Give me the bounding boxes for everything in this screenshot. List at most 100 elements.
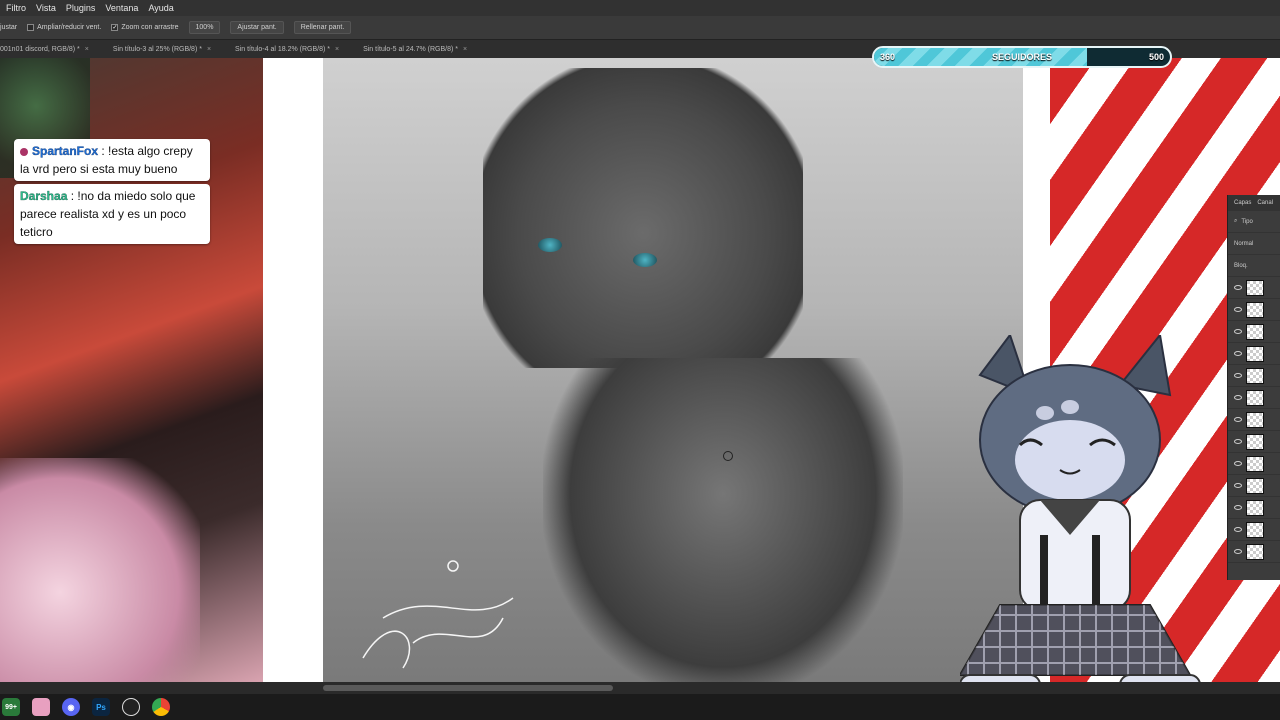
options-bar: justar Ampliar/reducir vent. ✓ Zoom con … xyxy=(0,16,1280,40)
menu-view[interactable]: Vista xyxy=(36,3,56,13)
blend-mode-label: Normal xyxy=(1234,240,1254,247)
fox-eye xyxy=(538,238,562,252)
chat-separator: : xyxy=(67,189,78,203)
photoshop-icon[interactable]: Ps xyxy=(92,698,110,716)
visibility-eye-icon[interactable] xyxy=(1234,373,1242,378)
lock-row: Bloq. xyxy=(1228,255,1280,277)
search-icon: ⌕ xyxy=(1234,218,1238,224)
image-app-icon[interactable] xyxy=(32,698,50,716)
menu-plugins[interactable]: Plugins xyxy=(66,3,96,13)
layers-panel-tabs: Capas Canal xyxy=(1228,195,1280,211)
tab-label: 001n01 discord, RGB/8) * xyxy=(0,45,80,53)
obs-icon[interactable] xyxy=(122,698,140,716)
tab-layers[interactable]: Capas xyxy=(1234,200,1251,206)
close-icon[interactable]: × xyxy=(335,46,339,53)
discord-icon[interactable]: ◉ xyxy=(62,698,80,716)
tab-label: Sin título-3 al 25% (RGB/8) * xyxy=(112,45,202,53)
menu-bar: Filtro Vista Plugins Ventana Ayuda xyxy=(0,0,1280,16)
tab-document-1[interactable]: 001n01 discord, RGB/8) * × xyxy=(0,46,99,53)
menu-filter[interactable]: Filtro xyxy=(6,3,26,13)
layer-row[interactable] xyxy=(1228,365,1280,387)
user-badge-icon xyxy=(20,147,28,156)
checkbox-checked-icon: ✓ xyxy=(111,24,119,31)
fox-head xyxy=(483,68,803,368)
tab-document-2[interactable]: Sin título-3 al 25% (RGB/8) * × xyxy=(113,46,221,53)
layer-filter[interactable]: ⌕ Tipo xyxy=(1228,211,1280,233)
visibility-eye-icon[interactable] xyxy=(1234,549,1242,554)
tab-label: Sin título-4 al 18.2% (RGB/8) * xyxy=(235,45,330,53)
close-icon[interactable]: × xyxy=(207,46,211,53)
follower-goal: 500 xyxy=(1148,52,1164,62)
tab-label: Sin título-5 al 24.7% (RGB/8) * xyxy=(363,45,459,53)
layer-row[interactable] xyxy=(1228,321,1280,343)
layer-row[interactable] xyxy=(1228,541,1280,563)
tab-channels[interactable]: Canal xyxy=(1257,200,1273,206)
menu-window[interactable]: Ventana xyxy=(105,3,138,13)
tab-document-4[interactable]: Sin título-5 al 24.7% (RGB/8) * × xyxy=(363,46,477,53)
layer-row[interactable] xyxy=(1228,453,1280,475)
follower-label: SEGUIDORES xyxy=(991,52,1052,62)
layers-panel: Capas Canal ⌕ Tipo Normal Bloq. xyxy=(1227,195,1280,580)
taskbar: 99+ ◉ Ps xyxy=(0,694,1280,720)
fox-body xyxy=(543,358,903,682)
resize-windows-label: Ampliar/reducir vent. xyxy=(37,24,102,31)
visibility-eye-icon[interactable] xyxy=(1234,417,1242,422)
chat-username: Darshaa xyxy=(20,189,68,203)
layer-thumbnail xyxy=(1246,411,1264,428)
blend-mode-select[interactable]: Normal xyxy=(1228,233,1280,255)
layer-thumbnail xyxy=(1246,477,1264,494)
close-icon[interactable]: × xyxy=(463,46,467,53)
canvas-scrollbar[interactable] xyxy=(0,682,1280,694)
scrubby-zoom-checkbox[interactable]: ✓ Zoom con arrastre xyxy=(111,24,179,31)
layer-thumbnail xyxy=(1246,301,1264,318)
layer-row[interactable] xyxy=(1228,299,1280,321)
fox-painting[interactable] xyxy=(323,58,1023,682)
layer-row[interactable] xyxy=(1228,409,1280,431)
zoom-cursor-icon xyxy=(723,451,733,461)
visibility-eye-icon[interactable] xyxy=(1234,527,1242,532)
layer-row[interactable] xyxy=(1228,277,1280,299)
chat-username: SpartanFox xyxy=(32,144,99,158)
layer-row[interactable] xyxy=(1228,431,1280,453)
layer-row[interactable] xyxy=(1228,387,1280,409)
options-partial-label: justar xyxy=(0,24,18,31)
visibility-eye-icon[interactable] xyxy=(1234,439,1242,444)
layer-thumbnail xyxy=(1246,323,1264,340)
fill-screen-button[interactable]: Rellenar pant. xyxy=(293,21,352,34)
signature-drawing xyxy=(362,560,514,669)
fit-screen-button[interactable]: Ajustar pant. xyxy=(230,21,284,34)
photoshop-label: Ps xyxy=(96,702,106,712)
notification-badge: 99+ xyxy=(5,703,17,711)
fox-eye xyxy=(633,253,657,267)
layer-thumbnail xyxy=(1246,521,1264,538)
layer-row[interactable] xyxy=(1228,343,1280,365)
visibility-eye-icon[interactable] xyxy=(1234,285,1242,290)
visibility-eye-icon[interactable] xyxy=(1234,505,1242,510)
menu-help[interactable]: Ayuda xyxy=(148,3,173,13)
filter-label: Tipo xyxy=(1241,218,1253,225)
layer-thumbnail xyxy=(1246,345,1264,362)
visibility-eye-icon[interactable] xyxy=(1234,307,1242,312)
layer-row[interactable] xyxy=(1228,519,1280,541)
visibility-eye-icon[interactable] xyxy=(1234,461,1242,466)
chrome-icon[interactable] xyxy=(152,698,170,716)
zoom-100-button[interactable]: 100% xyxy=(188,21,221,34)
visibility-eye-icon[interactable] xyxy=(1234,351,1242,356)
layer-row[interactable] xyxy=(1228,475,1280,497)
layer-thumbnail xyxy=(1246,279,1264,296)
scrollbar-thumb[interactable] xyxy=(323,685,613,691)
artwork-detail xyxy=(0,458,200,682)
layer-list xyxy=(1228,277,1280,563)
notification-icon[interactable]: 99+ xyxy=(2,698,20,716)
scrubby-zoom-label: Zoom con arrastre xyxy=(121,24,179,31)
vtuber-avatar xyxy=(960,335,1201,720)
lock-label: Bloq. xyxy=(1234,262,1248,269)
layer-row[interactable] xyxy=(1228,497,1280,519)
resize-windows-checkbox[interactable]: Ampliar/reducir vent. xyxy=(27,24,101,31)
visibility-eye-icon[interactable] xyxy=(1234,483,1242,488)
layer-thumbnail xyxy=(1246,499,1264,516)
tab-document-3[interactable]: Sin título-4 al 18.2% (RGB/8) * × xyxy=(235,46,349,53)
close-icon[interactable]: × xyxy=(85,46,89,53)
visibility-eye-icon[interactable] xyxy=(1234,395,1242,400)
visibility-eye-icon[interactable] xyxy=(1234,329,1242,334)
